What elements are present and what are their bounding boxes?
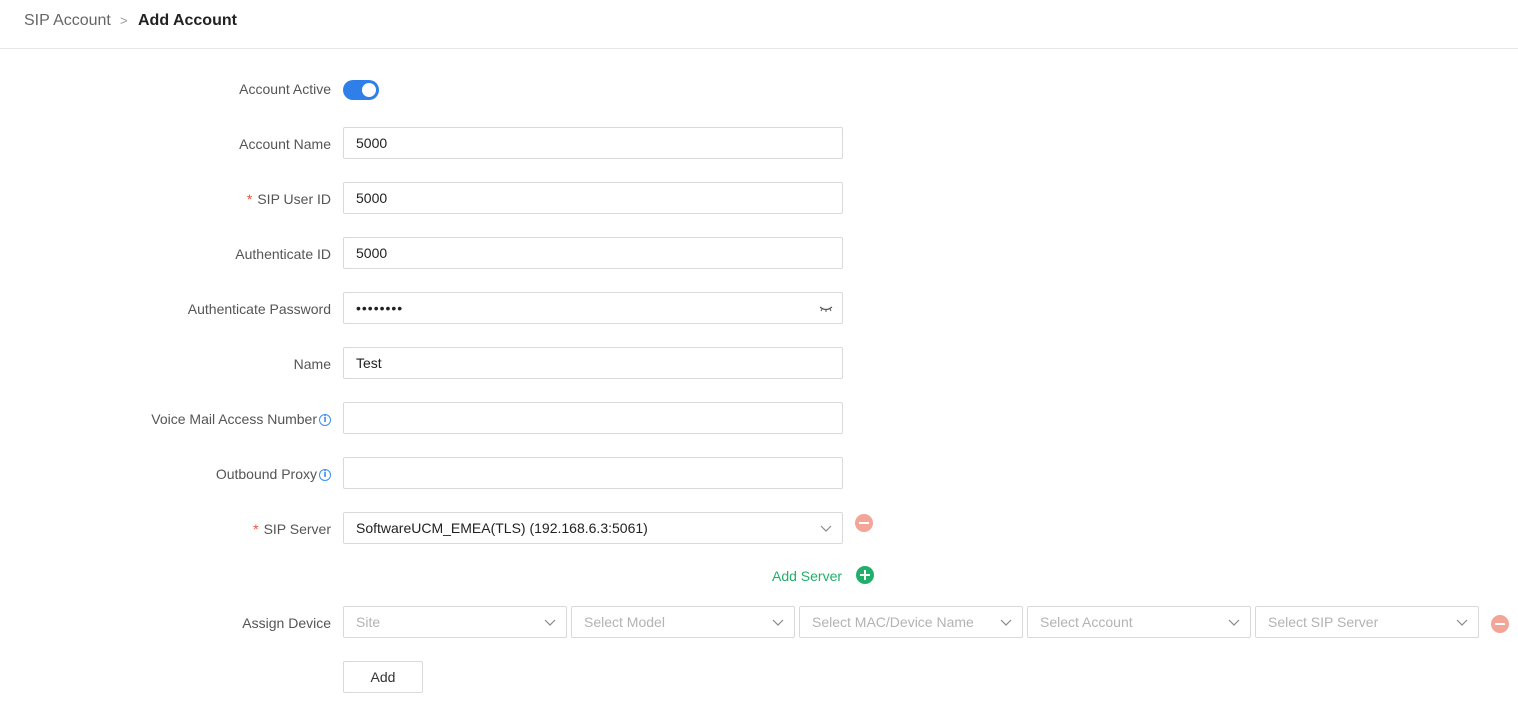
authenticate-password-input[interactable]: •••••••• <box>343 292 843 324</box>
required-mark: * <box>246 191 253 207</box>
authenticate-id-value: 5000 <box>356 245 388 261</box>
required-mark: * <box>253 521 259 537</box>
chevron-down-icon <box>820 525 832 532</box>
remove-assign-device-icon[interactable] <box>1491 615 1509 633</box>
sip-server-value: SoftwareUCM_EMEA(TLS) (192.168.6.3:5061) <box>356 520 648 536</box>
password-value: •••••••• <box>356 300 404 316</box>
info-icon[interactable]: i <box>319 414 331 427</box>
toggle-knob <box>362 83 376 97</box>
breadcrumb-parent-link[interactable]: SIP Account <box>24 12 111 30</box>
breadcrumb-separator: > <box>120 13 128 28</box>
account-name-input[interactable]: 5000 <box>343 127 843 159</box>
chevron-down-icon <box>544 619 556 626</box>
site-select[interactable]: Site <box>343 606 567 638</box>
chevron-down-icon <box>1456 619 1468 626</box>
add-server-link[interactable]: Add Server <box>772 566 842 586</box>
authenticate-id-label: Authenticate ID <box>235 246 331 262</box>
account-name-label: Account Name <box>239 136 331 152</box>
mac-device-name-select[interactable]: Select MAC/Device Name <box>799 606 1023 638</box>
voice-mail-access-number-input[interactable] <box>343 402 843 434</box>
account-active-toggle[interactable] <box>343 80 379 100</box>
voice-mail-access-number-label: Voice Mail Access Number i <box>151 409 331 429</box>
page-header: SIP Account > Add Account <box>0 0 1518 49</box>
add-server-plus-icon[interactable] <box>856 566 874 584</box>
name-value: Test <box>356 355 382 371</box>
authenticate-password-label: Authenticate Password <box>187 301 331 317</box>
account-name-value: 5000 <box>356 135 388 151</box>
chevron-down-icon <box>772 619 784 626</box>
chevron-down-icon <box>1000 619 1012 626</box>
sip-user-id-label: * SIP User ID <box>246 191 331 207</box>
name-input[interactable]: Test <box>343 347 843 379</box>
remove-sip-server-icon[interactable] <box>855 514 873 532</box>
eye-closed-icon[interactable] <box>819 301 833 315</box>
model-select[interactable]: Select Model <box>571 606 795 638</box>
assign-device-label: Assign Device <box>242 615 331 631</box>
sip-server-assign-select[interactable]: Select SIP Server <box>1255 606 1479 638</box>
sip-server-select[interactable]: SoftwareUCM_EMEA(TLS) (192.168.6.3:5061) <box>343 512 843 544</box>
account-active-label: Account Active <box>239 81 331 97</box>
sip-server-label: * SIP Server <box>253 521 331 537</box>
sip-user-id-value: 5000 <box>356 190 388 206</box>
chevron-down-icon <box>1228 619 1240 626</box>
name-label: Name <box>293 356 331 372</box>
info-icon[interactable]: i <box>319 469 331 482</box>
outbound-proxy-label: Outbound Proxy i <box>216 464 331 484</box>
page-title: Add Account <box>138 12 237 29</box>
sip-user-id-input[interactable]: 5000 <box>343 182 843 214</box>
add-button[interactable]: Add <box>343 661 423 693</box>
account-select[interactable]: Select Account <box>1027 606 1251 638</box>
outbound-proxy-input[interactable] <box>343 457 843 489</box>
authenticate-id-input[interactable]: 5000 <box>343 237 843 269</box>
